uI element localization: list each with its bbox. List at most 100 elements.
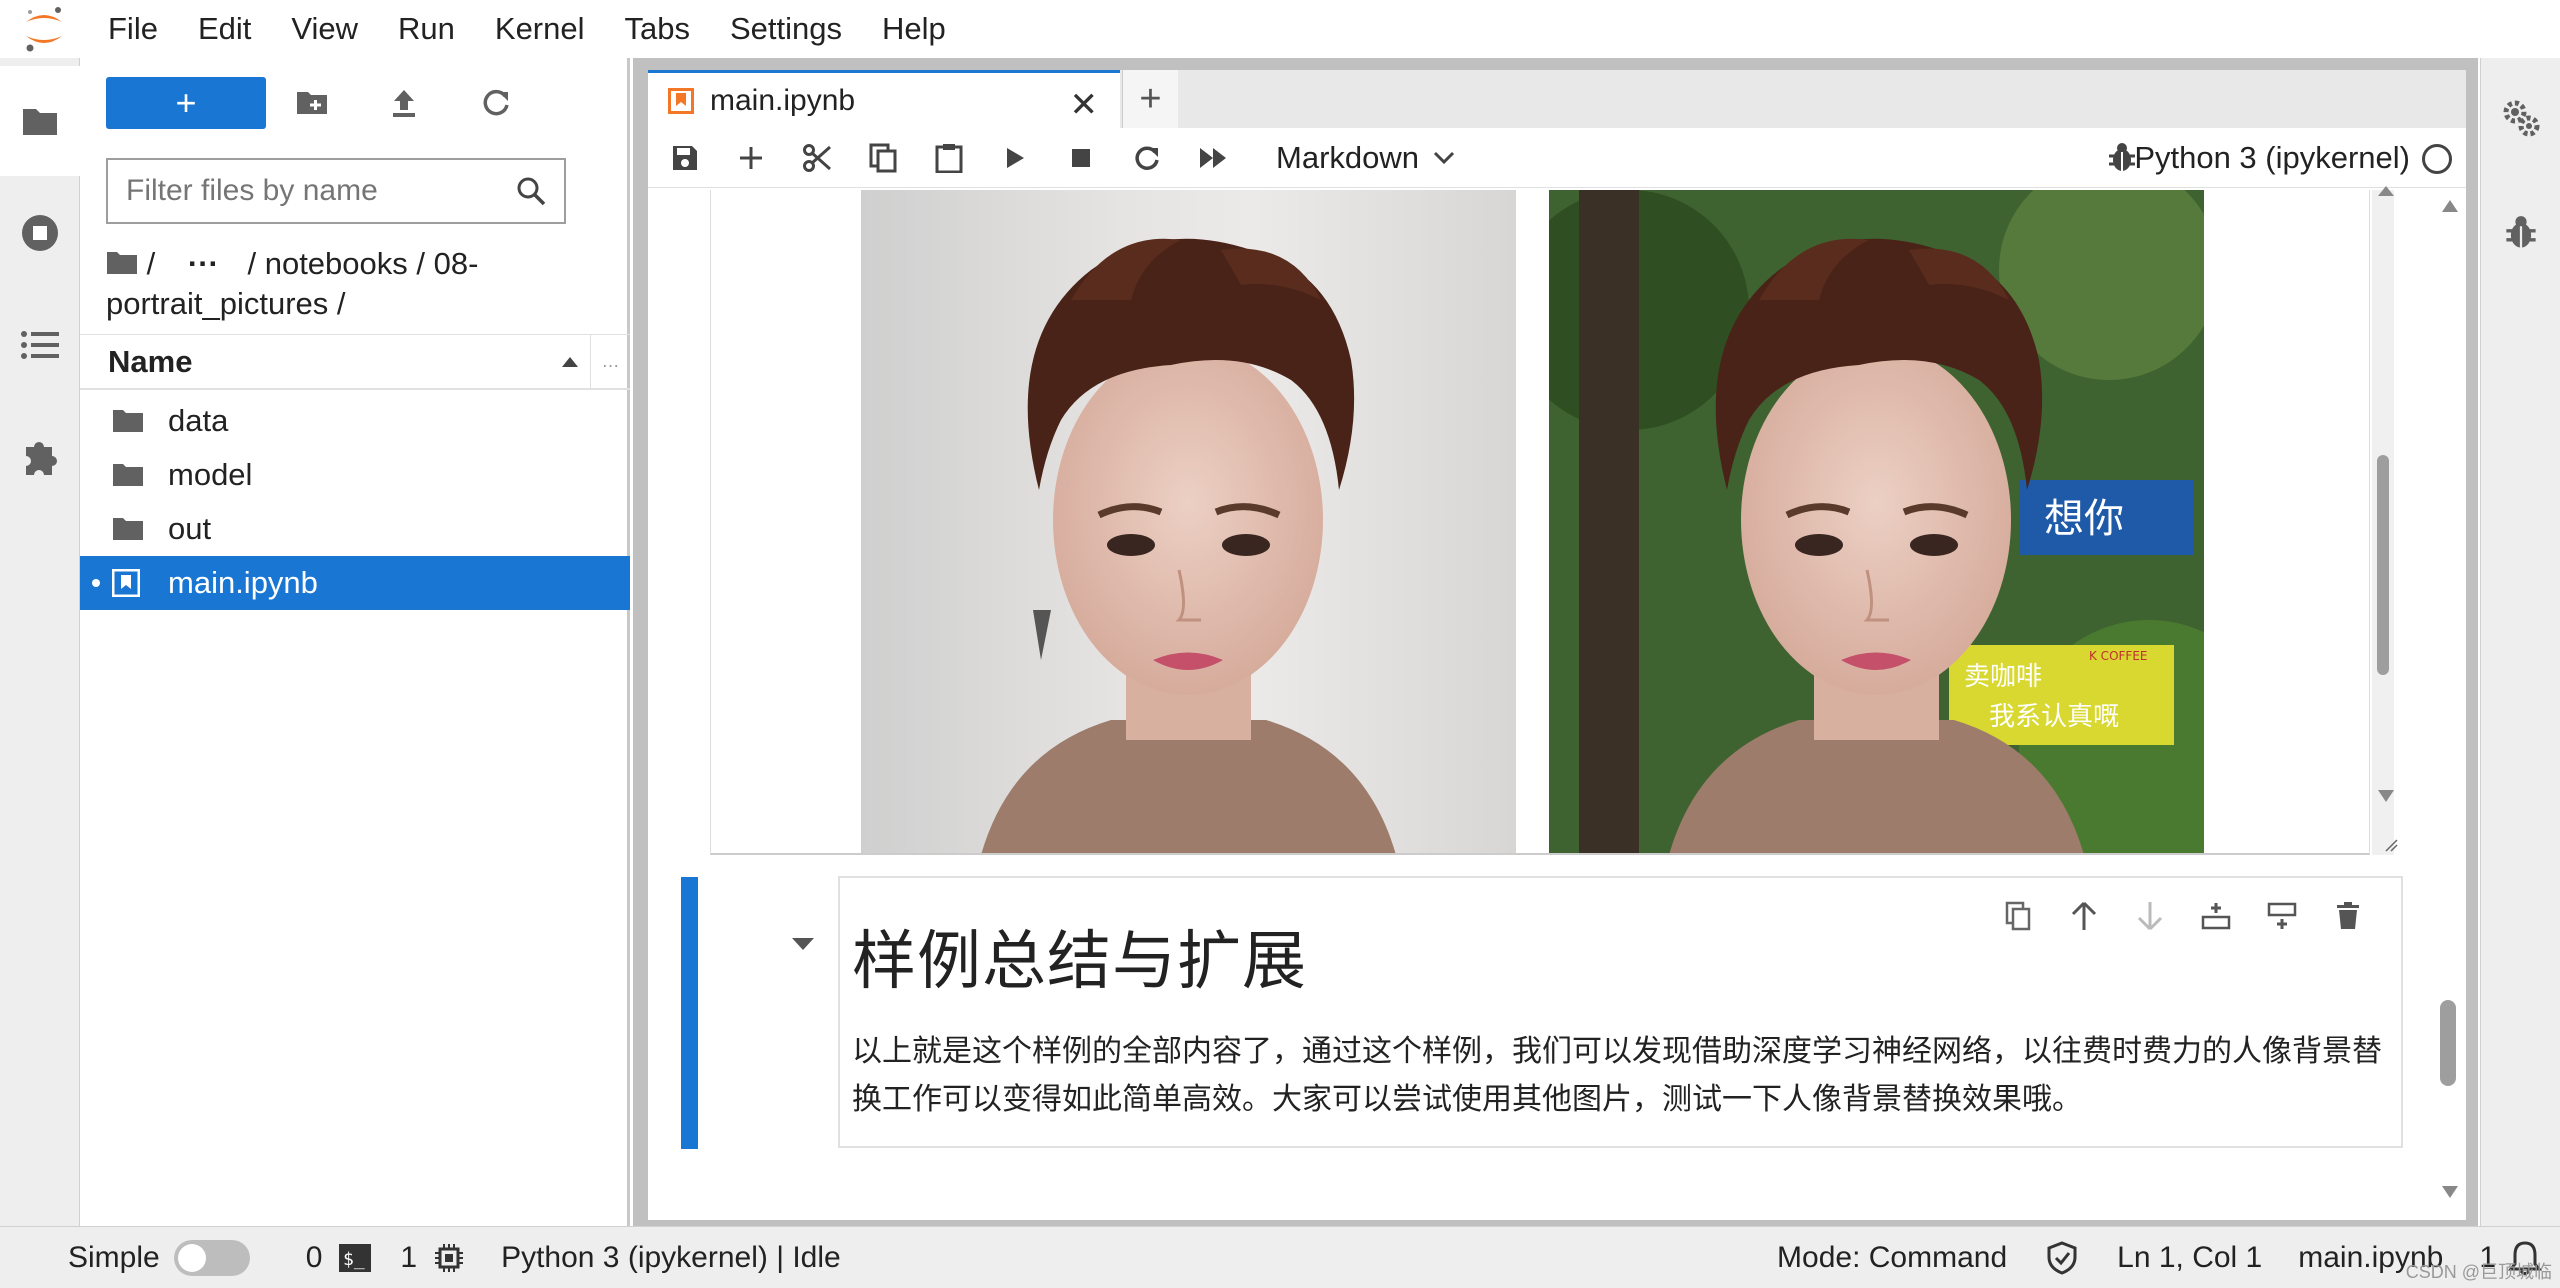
debugger-tab[interactable] <box>2481 203 2560 263</box>
new-tab-button[interactable]: + <box>1122 70 1178 128</box>
breadcrumb-root[interactable]: / <box>147 246 156 281</box>
breadcrumb-ellipsis[interactable]: ··· <box>188 246 219 281</box>
refresh-button[interactable] <box>450 77 542 129</box>
breadcrumb-path[interactable]: / notebooks / 08-portrait_pictures / <box>106 246 478 321</box>
scroll-down-arrow-icon[interactable] <box>2378 790 2394 802</box>
close-icon[interactable]: ✕ <box>1070 85 1099 125</box>
notebook-icon <box>112 569 168 597</box>
restart-run-all-button[interactable] <box>1180 128 1246 188</box>
list-item-selected[interactable]: main.ipynb <box>80 556 630 610</box>
file-name: data <box>168 403 229 438</box>
menu-edit[interactable]: Edit <box>178 0 271 58</box>
insert-cell-button[interactable] <box>718 128 784 188</box>
cut-button[interactable] <box>784 128 850 188</box>
save-icon <box>673 145 697 170</box>
paste-button[interactable] <box>916 128 982 188</box>
copy-button[interactable] <box>850 128 916 188</box>
scissors-icon <box>803 143 831 172</box>
run-cell-button[interactable] <box>982 128 1048 188</box>
file-filter-input[interactable] <box>126 174 516 208</box>
paste-icon <box>935 143 963 173</box>
file-list-header: Name … <box>80 333 630 390</box>
notebook-scroll-up-icon[interactable] <box>2442 200 2458 212</box>
simple-mode-toggle[interactable] <box>173 1239 250 1276</box>
fast-forward-icon <box>1200 147 1226 168</box>
resize-handle-icon[interactable] <box>2384 838 2398 852</box>
coffee-sign-line1: 卖咖啡 <box>1964 662 2042 692</box>
cell-heading: 样例总结与扩展 <box>852 925 1307 999</box>
duplicate-cell-button[interactable] <box>1985 892 2051 940</box>
move-down-button[interactable] <box>2117 892 2183 940</box>
home-folder-icon[interactable] <box>106 250 138 276</box>
file-browser-tab[interactable] <box>0 66 80 176</box>
property-inspector-tab[interactable] <box>2481 88 2560 148</box>
cell-paragraph: 以上就是这个样例的全部内容了，通过这个样例，我们可以发现借助深度学习神经网络，以… <box>852 1034 2382 1117</box>
kernels-count[interactable]: 1 <box>400 1241 465 1275</box>
insert-above-button[interactable] <box>2183 892 2249 940</box>
terminals-count-value: 0 <box>305 1240 323 1274</box>
folder-icon <box>112 408 168 434</box>
debugger-toggle-button[interactable] <box>2108 142 2136 179</box>
extensions-tab[interactable] <box>0 402 80 512</box>
portrait-replaced-background-image: 想你 卖咖啡 我系认真嘅 K COFFEE <box>1549 190 2204 853</box>
cursor-position[interactable]: Ln 1, Col 1 <box>2117 1241 2262 1275</box>
active-cell-indicator[interactable] <box>681 877 698 1149</box>
running-sessions-tab[interactable] <box>0 178 80 288</box>
output-scrollbar-thumb[interactable] <box>2377 455 2389 675</box>
toc-tab[interactable] <box>0 290 80 400</box>
file-filter-field[interactable] <box>106 158 566 224</box>
duplicate-icon <box>2005 901 2031 931</box>
simple-mode-label: Simple <box>68 1240 160 1274</box>
menu-tabs[interactable]: Tabs <box>605 0 710 58</box>
markdown-cell[interactable]: 样例总结与扩展 以上就是这个样例的全部内容了，通过这个样例，我们可以发现借助深度… <box>838 876 2403 1148</box>
copy-icon <box>869 143 897 172</box>
bug-icon <box>2109 143 2135 171</box>
sort-ascending-icon[interactable] <box>550 356 590 367</box>
notebook-toolbar: Markdown Python 3 (ipykernel) <box>648 128 2466 188</box>
new-launcher-button[interactable]: + <box>106 77 266 129</box>
menu-run[interactable]: Run <box>378 0 475 58</box>
move-up-button[interactable] <box>2051 892 2117 940</box>
delete-cell-button[interactable] <box>2315 892 2381 940</box>
coffee-sign-brand: K COFFEE <box>2089 649 2147 663</box>
list-item[interactable]: model <box>80 448 630 502</box>
street-sign-text: 想你 <box>2044 496 2124 542</box>
insert-above-icon <box>2201 903 2231 930</box>
play-icon <box>1007 147 1024 168</box>
bug-icon <box>2506 216 2536 248</box>
restart-kernel-button[interactable] <box>1114 128 1180 188</box>
interrupt-kernel-button[interactable] <box>1048 128 1114 188</box>
terminal-icon: $_ <box>339 1243 372 1272</box>
shield-icon[interactable] <box>2047 1241 2077 1275</box>
kernel-name[interactable]: Python 3 (ipykernel) <box>2134 128 2410 188</box>
file-browser-toolbar: + <box>106 76 606 130</box>
kernel-status-text[interactable]: Python 3 (ipykernel) | Idle <box>501 1241 841 1275</box>
upload-button[interactable] <box>358 77 450 129</box>
portrait-original-image <box>861 190 1516 853</box>
notebook-scroll-down-icon[interactable] <box>2442 1186 2458 1198</box>
menu-kernel[interactable]: Kernel <box>475 0 605 58</box>
list-item[interactable]: data <box>80 394 630 448</box>
list-item[interactable]: out <box>80 502 630 556</box>
save-button[interactable] <box>652 128 718 188</box>
new-folder-button[interactable] <box>266 77 358 129</box>
simple-mode-switch[interactable]: Simple <box>68 1239 250 1276</box>
cell-output-image: 想你 卖咖啡 我系认真嘅 K COFFEE <box>710 190 2370 855</box>
cell-type-select[interactable]: Markdown <box>1276 140 1455 176</box>
menu-view[interactable]: View <box>271 0 378 58</box>
scroll-up-arrow-icon[interactable] <box>2378 186 2394 196</box>
file-name: model <box>168 457 253 492</box>
insert-below-button[interactable] <box>2249 892 2315 940</box>
collapse-heading-button[interactable] <box>790 936 816 957</box>
name-column-header[interactable]: Name <box>80 344 550 380</box>
terminals-count[interactable]: 0 $_ <box>306 1241 373 1275</box>
upload-icon <box>393 90 415 117</box>
tab-main-ipynb[interactable]: main.ipynb ✕ <box>648 70 1120 128</box>
menu-help[interactable]: Help <box>862 0 966 58</box>
add-icon <box>740 146 762 169</box>
menu-bar: File Edit View Run Kernel Tabs Settings … <box>0 0 2560 58</box>
menu-settings[interactable]: Settings <box>710 0 862 58</box>
notebook-scrollbar-thumb[interactable] <box>2440 1000 2456 1086</box>
column-more-icon[interactable]: … <box>590 333 630 390</box>
menu-file[interactable]: File <box>88 0 178 58</box>
